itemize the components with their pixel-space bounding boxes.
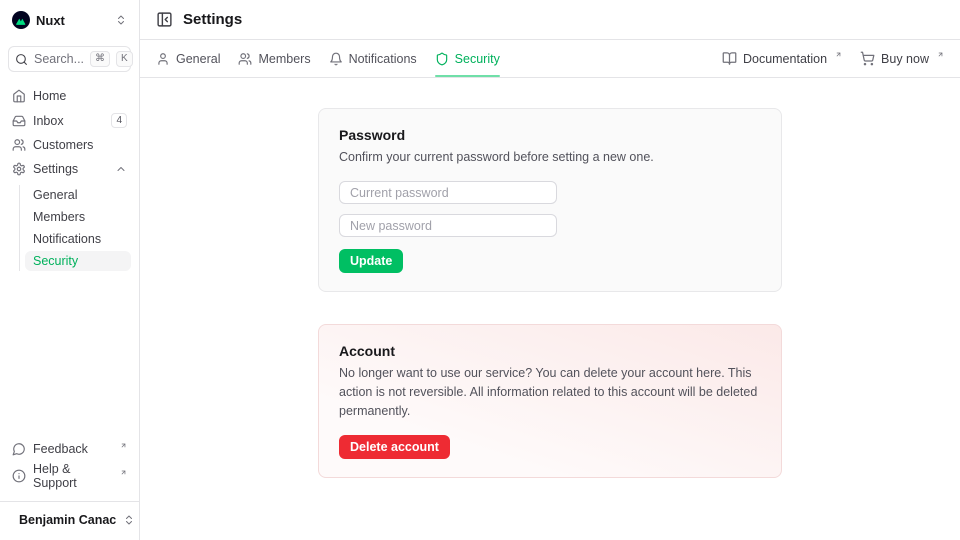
search-button[interactable]: Search... ⌘ K [8, 46, 131, 72]
buy-now-label: Buy now [881, 52, 929, 66]
settings-security-content: Password Confirm your current password b… [140, 78, 960, 540]
buy-now-link[interactable]: Buy now [860, 51, 944, 66]
password-card-description: Confirm your current password before set… [339, 148, 761, 167]
sidebar: Nuxt Search... ⌘ K Home Inbox 4 [0, 0, 140, 540]
settings-subnav: General Members Notifications Security [19, 185, 131, 271]
delete-account-button[interactable]: Delete account [339, 435, 450, 459]
sidebar-item-general[interactable]: General [25, 185, 131, 205]
sidebar-item-settings[interactable]: Settings [8, 159, 131, 179]
tab-label: Notifications [349, 52, 417, 66]
password-card-title: Password [339, 127, 761, 143]
inbox-count-badge: 4 [111, 113, 127, 128]
documentation-link[interactable]: Documentation [722, 51, 842, 66]
users-icon [238, 52, 252, 66]
sidebar-item-members[interactable]: Members [25, 207, 131, 227]
message-circle-icon [12, 442, 26, 456]
inbox-icon [12, 114, 26, 128]
tab-security[interactable]: Security [435, 40, 500, 77]
tab-bar: General Members Notifications Security [140, 40, 960, 78]
sidebar-spacer [8, 271, 131, 439]
sidebar-item-security[interactable]: Security [25, 251, 131, 271]
home-icon [12, 89, 26, 103]
sidebar-item-label: Settings [33, 162, 108, 176]
update-password-button[interactable]: Update [339, 249, 403, 273]
sidebar-item-label: Home [33, 89, 127, 103]
kbd-meta: ⌘ [90, 51, 110, 67]
help-support-label: Help & Support [33, 462, 111, 490]
tab-label: General [176, 52, 220, 66]
external-link-icon [937, 51, 944, 58]
team-name: Nuxt [36, 13, 109, 28]
password-card: Password Confirm your current password b… [318, 108, 782, 292]
page-header: Settings [140, 0, 960, 40]
tab-members[interactable]: Members [238, 40, 310, 77]
sidebar-item-customers[interactable]: Customers [8, 135, 131, 155]
nuxt-logo-icon [12, 11, 30, 29]
user-menu[interactable]: Benjamin Canac [8, 502, 131, 532]
account-card-title: Account [339, 343, 761, 359]
shopping-cart-icon [860, 51, 875, 66]
external-link-icon [120, 469, 127, 476]
toolbar-actions: Documentation Buy now [722, 51, 944, 66]
sidebar-item-label: Customers [33, 138, 127, 152]
sidebar-item-inbox[interactable]: Inbox 4 [8, 110, 131, 131]
collapse-sidebar-icon[interactable] [156, 11, 173, 28]
tab-label: Security [455, 52, 500, 66]
current-password-input[interactable] [339, 181, 557, 204]
new-password-input[interactable] [339, 214, 557, 237]
tabs: General Members Notifications Security [156, 40, 500, 77]
user-icon [156, 52, 170, 66]
sidebar-nav: Home Inbox 4 Customers Settings Genera [8, 86, 131, 271]
team-switcher[interactable]: Nuxt [8, 8, 131, 32]
account-card-description: No longer want to use our service? You c… [339, 364, 761, 421]
sidebar-item-home[interactable]: Home [8, 86, 131, 106]
users-icon [12, 138, 26, 152]
search-icon [15, 53, 28, 66]
sidebar-item-notifications[interactable]: Notifications [25, 229, 131, 249]
tab-notifications[interactable]: Notifications [329, 40, 417, 77]
bell-icon [329, 52, 343, 66]
external-link-icon [835, 51, 842, 58]
feedback-label: Feedback [33, 442, 111, 456]
documentation-label: Documentation [743, 52, 827, 66]
chevrons-up-down-icon [115, 14, 127, 26]
help-support-link[interactable]: Help & Support [8, 459, 131, 493]
shield-icon [435, 52, 449, 66]
account-card: Account No longer want to use our servic… [318, 324, 782, 478]
tab-label: Members [258, 52, 310, 66]
external-link-icon [120, 442, 127, 449]
sidebar-item-label: Inbox [33, 114, 104, 128]
tab-general[interactable]: General [156, 40, 220, 77]
user-name: Benjamin Canac [19, 513, 116, 527]
kbd-key: K [116, 51, 133, 67]
chevron-up-icon [115, 163, 127, 175]
feedback-link[interactable]: Feedback [8, 439, 131, 459]
info-circle-icon [12, 469, 26, 483]
book-open-icon [722, 51, 737, 66]
gear-icon [12, 162, 26, 176]
search-placeholder: Search... [34, 52, 84, 66]
main-panel: Settings General Members Notifications [140, 0, 960, 540]
chevrons-up-down-icon [123, 514, 135, 526]
page-title: Settings [183, 11, 242, 28]
